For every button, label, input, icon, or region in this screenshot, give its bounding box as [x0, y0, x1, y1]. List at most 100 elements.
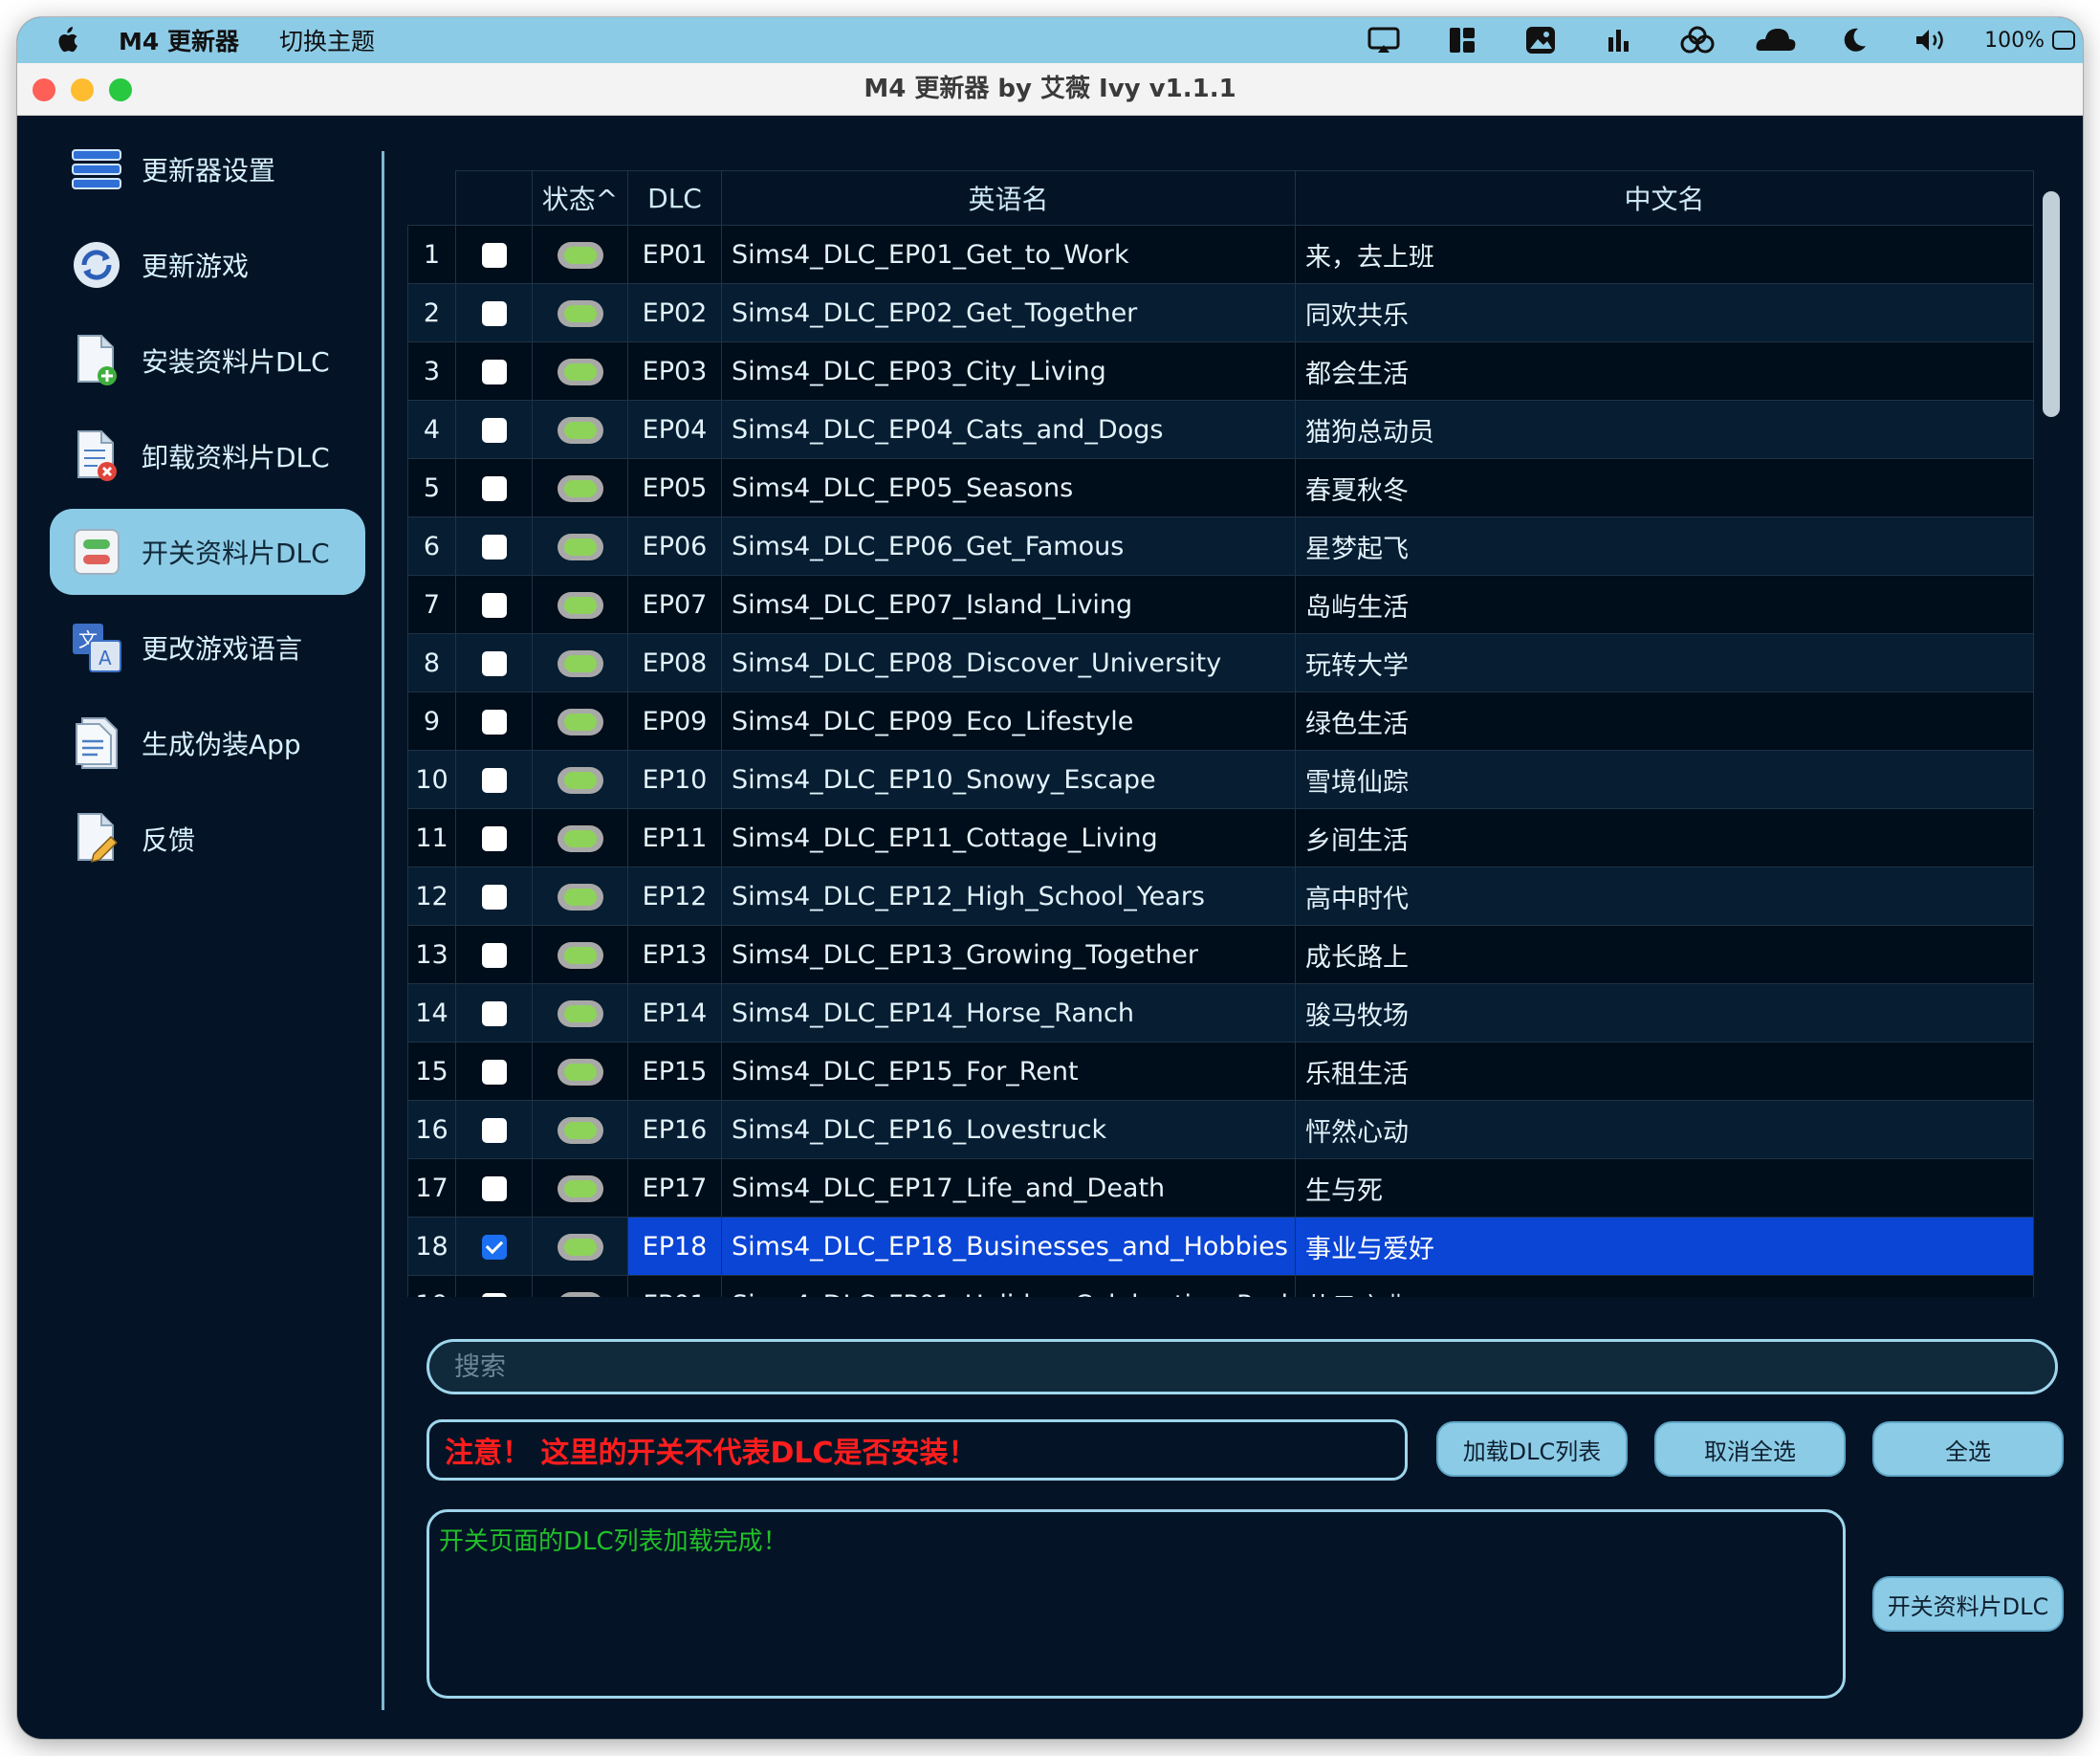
chinese-name[interactable]: 来，去上班	[1295, 225, 2034, 284]
row-checkbox[interactable]	[481, 1060, 507, 1085]
sidebar-item-uninstall-dlc[interactable]: 卸载资料片DLC	[50, 413, 365, 499]
header-checkbox[interactable]	[455, 170, 533, 226]
status-toggle[interactable]	[557, 767, 603, 794]
row-checkbox[interactable]	[481, 535, 507, 560]
english-name[interactable]: Sims4_DLC_EP07_Island_Living	[721, 575, 1296, 634]
status-toggle[interactable]	[557, 1059, 603, 1086]
english-name[interactable]: Sims4_DLC_EP08_Discover_University	[721, 633, 1296, 692]
chinese-name[interactable]: 成长路上	[1295, 925, 2034, 984]
dlc-code[interactable]: EP11	[627, 808, 722, 867]
dlc-code[interactable]: EP14	[627, 983, 722, 1043]
status-toggle[interactable]	[557, 1292, 603, 1297]
status-toggle[interactable]	[557, 942, 603, 969]
cloud-icon[interactable]	[1755, 17, 1797, 63]
header-english-name[interactable]: 英语名	[721, 170, 1296, 226]
row-checkbox[interactable]	[481, 885, 507, 910]
table-row[interactable]: 18 EP18 Sims4_DLC_EP18_Businesses_and_Hobb…	[407, 1217, 2034, 1276]
table-row[interactable]: 10 EP10 Sims4_DLC_EP10_Snowy_Escape 雪境仙踪	[407, 750, 2034, 809]
moon-icon[interactable]	[1833, 17, 1875, 63]
dlc-code[interactable]: EP15	[627, 1042, 722, 1101]
table-row[interactable]: 19 FP01Sims4_DLC_FP01_Holiday_Celebration…	[407, 1275, 2034, 1297]
sidebar-item-updater-settings[interactable]: 更新器设置	[50, 126, 365, 212]
chinese-name[interactable]: 乐租生活	[1295, 1042, 2034, 1101]
dlc-code[interactable]: EP06	[627, 516, 722, 576]
dlc-code[interactable]: EP09	[627, 691, 722, 751]
header-dlc[interactable]: DLC	[627, 170, 722, 226]
header-status[interactable]: 状态^	[532, 170, 628, 226]
dlc-code[interactable]: EP07	[627, 575, 722, 634]
status-toggle[interactable]	[557, 475, 603, 502]
row-checkbox[interactable]	[481, 593, 507, 618]
deselect-all-button[interactable]: 取消全选	[1654, 1421, 1846, 1477]
table-row[interactable]: 5 EP05 Sims4_DLC_EP05_Seasons 春夏秋冬	[407, 458, 2034, 517]
row-checkbox[interactable]	[481, 1235, 507, 1260]
table-row[interactable]: 3 EP03 Sims4_DLC_EP03_City_Living 都会生活	[407, 341, 2034, 401]
english-name[interactable]: Sims4_DLC_EP02_Get_Together	[721, 283, 1296, 342]
dlc-code[interactable]: EP08	[627, 633, 722, 692]
menu-app-name[interactable]: M4 更新器	[119, 23, 239, 57]
status-toggle[interactable]	[557, 884, 603, 911]
dlc-code[interactable]: EP02	[627, 283, 722, 342]
english-name[interactable]: Sims4_DLC_EP12_High_School_Years	[721, 867, 1296, 926]
chinese-name[interactable]: 猫狗总动员	[1295, 400, 2034, 459]
row-checkbox[interactable]	[481, 1293, 507, 1297]
dlc-code[interactable]: EP16	[627, 1100, 722, 1159]
english-name[interactable]: Sims4_DLC_EP11_Cottage_Living	[721, 808, 1296, 867]
english-name[interactable]: Sims4_DLC_EP16_Lovestruck	[721, 1100, 1296, 1159]
row-checkbox[interactable]	[481, 476, 507, 501]
english-name[interactable]: Sims4_DLC_EP18_Businesses_and_Hobbies	[721, 1217, 1296, 1276]
apple-icon[interactable]	[52, 25, 82, 55]
chinese-name[interactable]: 怦然心动	[1295, 1100, 2034, 1159]
chinese-name[interactable]: 玩转大学	[1295, 633, 2034, 692]
row-checkbox[interactable]	[481, 360, 507, 384]
chinese-name[interactable]: 乡间生活	[1295, 808, 2034, 867]
table-scrollbar-thumb[interactable]	[2043, 191, 2060, 417]
dlc-code[interactable]: EP10	[627, 750, 722, 809]
chinese-name[interactable]: 雪境仙踪	[1295, 750, 2034, 809]
screen-mirror-icon[interactable]	[1363, 17, 1405, 63]
dlc-code[interactable]: EP17	[627, 1158, 722, 1218]
english-name[interactable]: Sims4_DLC_EP04_Cats_and_Dogs	[721, 400, 1296, 459]
status-toggle[interactable]	[557, 300, 603, 327]
chinese-name[interactable]: 绿色生活	[1295, 691, 2034, 751]
toggle-dlc-button[interactable]: 开关资料片DLC	[1872, 1576, 2064, 1632]
volume-icon[interactable]	[1912, 17, 1954, 63]
english-name[interactable]: Sims4_DLC_EP15_For_Rent	[721, 1042, 1296, 1101]
chinese-name[interactable]: 骏马牧场	[1295, 983, 2034, 1043]
row-checkbox[interactable]	[481, 768, 507, 793]
english-name[interactable]: Sims4_DLC_EP01_Get_to_Work	[721, 225, 1296, 284]
english-name[interactable]: Sims4_DLC_EP06_Get_Famous	[721, 516, 1296, 576]
status-toggle[interactable]	[557, 592, 603, 619]
battery-icon[interactable]	[2052, 31, 2075, 50]
dlc-code[interactable]: EP18	[627, 1217, 722, 1276]
status-toggle[interactable]	[557, 650, 603, 677]
english-name[interactable]: Sims4_DLC_EP17_Life_and_Death	[721, 1158, 1296, 1218]
status-toggle[interactable]	[557, 359, 603, 385]
link-rings-icon[interactable]	[1676, 17, 1718, 63]
table-row[interactable]: 16 EP16 Sims4_DLC_EP16_Lovestruck 怦然心动	[407, 1100, 2034, 1159]
table-row[interactable]: 13 EP13 Sims4_DLC_EP13_Growing_Together 成长路…	[407, 925, 2034, 984]
table-row[interactable]: 14 EP14 Sims4_DLC_EP14_Horse_Ranch 骏马牧场	[407, 983, 2034, 1043]
status-toggle[interactable]	[557, 1117, 603, 1144]
table-row[interactable]: 17 EP17 Sims4_DLC_EP17_Life_and_Death 生与死	[407, 1158, 2034, 1218]
row-checkbox[interactable]	[481, 1118, 507, 1143]
status-toggle[interactable]	[557, 417, 603, 444]
table-row[interactable]: 1 EP01 Sims4_DLC_EP01_Get_to_Work 来，去上班	[407, 225, 2034, 284]
row-checkbox[interactable]	[481, 301, 507, 326]
status-toggle[interactable]	[557, 534, 603, 560]
row-checkbox[interactable]	[481, 243, 507, 268]
table-row[interactable]: 15 EP15 Sims4_DLC_EP15_For_Rent 乐租生活	[407, 1042, 2034, 1101]
search-field[interactable]	[427, 1339, 2058, 1394]
table-row[interactable]: 4 EP04 Sims4_DLC_EP04_Cats_and_Dogs 猫狗总动员	[407, 400, 2034, 459]
sidebar-item-generate-app[interactable]: 生成伪装App	[50, 700, 365, 786]
status-toggle[interactable]	[557, 1234, 603, 1261]
table-row[interactable]: 2 EP02 Sims4_DLC_EP02_Get_Together 同欢共乐	[407, 283, 2034, 342]
dlc-code[interactable]: EP12	[627, 867, 722, 926]
row-checkbox[interactable]	[481, 826, 507, 851]
english-name[interactable]: Sims4_DLC_EP13_Growing_Together	[721, 925, 1296, 984]
row-checkbox[interactable]	[481, 943, 507, 968]
sidebar-item-feedback[interactable]: 反馈	[50, 796, 365, 882]
sidebar-item-change-language[interactable]: 文A 更改游戏语言	[50, 604, 365, 691]
chinese-name[interactable]: 岛屿生活	[1295, 575, 2034, 634]
sidebar-item-install-dlc[interactable]: 安装资料片DLC	[50, 318, 365, 404]
